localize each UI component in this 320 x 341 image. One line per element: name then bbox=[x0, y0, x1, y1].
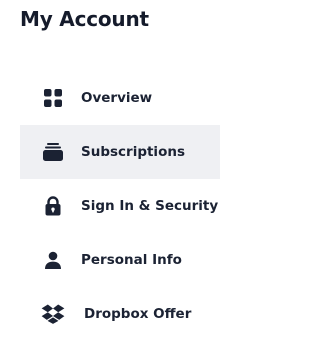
nav-item-overview[interactable]: Overview bbox=[20, 71, 220, 125]
nav-item-personal-info[interactable]: Personal Info bbox=[20, 233, 220, 287]
nav-item-label: Subscriptions bbox=[81, 144, 185, 160]
nav-item-subscriptions[interactable]: Subscriptions bbox=[20, 125, 220, 179]
nav-item-label: Personal Info bbox=[81, 252, 182, 268]
page-title: My Account bbox=[20, 7, 149, 31]
nav-item-label: Sign In & Security bbox=[81, 198, 219, 214]
nav-item-label: Dropbox Offer bbox=[84, 306, 192, 322]
subscriptions-icon bbox=[43, 143, 63, 161]
grid-icon bbox=[44, 89, 62, 107]
nav-item-label: Overview bbox=[81, 90, 153, 106]
nav-item-dropbox-offer[interactable]: Dropbox Offer bbox=[20, 287, 220, 341]
person-icon bbox=[45, 251, 61, 269]
nav-item-sign-in-security[interactable]: Sign In & Security bbox=[20, 179, 220, 233]
dropbox-icon bbox=[41, 304, 65, 324]
lock-icon bbox=[45, 196, 61, 216]
account-nav: Overview Subscriptions Sign In & Securit… bbox=[20, 71, 220, 341]
